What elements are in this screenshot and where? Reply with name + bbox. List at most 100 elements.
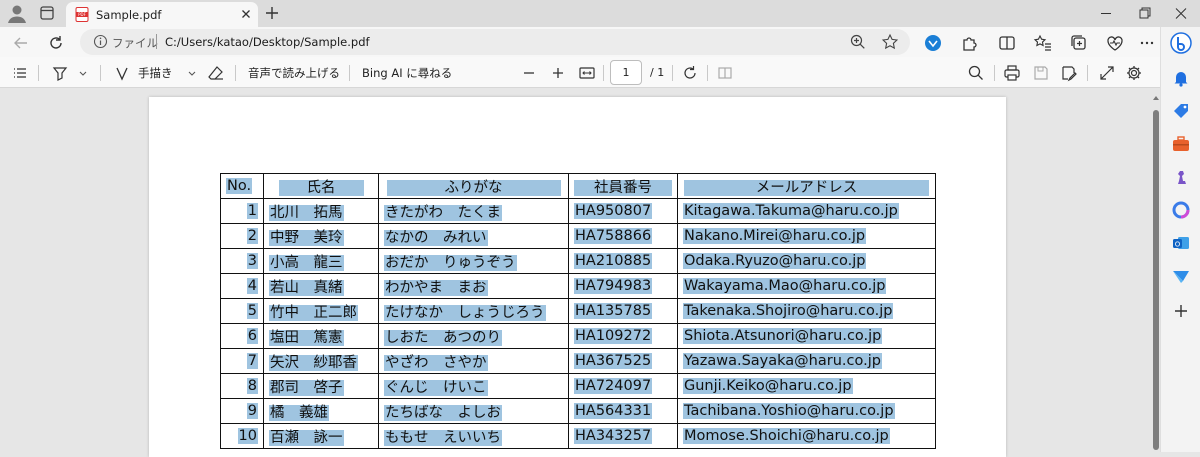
new-tab-icon[interactable]	[262, 3, 282, 23]
cell-no: 10	[220, 423, 264, 449]
refresh-icon[interactable]	[45, 32, 67, 54]
close-window-button[interactable]	[1162, 0, 1200, 27]
cell-no: 9	[220, 398, 264, 424]
chevron-down-icon[interactable]	[182, 63, 202, 83]
cell-kana: ぐんじ けいこ	[378, 373, 569, 399]
toolbar-divider	[707, 65, 708, 81]
browser-essentials-icon[interactable]	[1104, 32, 1126, 54]
print-icon[interactable]	[1002, 63, 1022, 83]
more-options-icon[interactable]	[1136, 32, 1158, 54]
rotate-icon[interactable]	[680, 63, 700, 83]
search-icon[interactable]	[966, 63, 986, 83]
tab-actions-button[interactable]	[32, 0, 62, 27]
notifications-bell-icon[interactable]	[1170, 67, 1192, 89]
profile-icon	[8, 5, 26, 23]
info-icon[interactable]	[93, 34, 108, 49]
favorite-star-icon[interactable]	[880, 32, 900, 52]
zoom-out-icon[interactable]	[519, 63, 539, 83]
games-chess-icon[interactable]	[1170, 166, 1192, 188]
expand-icon[interactable]	[1097, 63, 1117, 83]
header-cell-id: 社員番号	[568, 173, 678, 199]
page-view-icon[interactable]	[715, 63, 735, 83]
table-row: 5 竹中 正二郎 たけなか しょうじろう HA135785 Takenaka.Shoji…	[220, 298, 936, 324]
fit-width-icon[interactable]	[577, 63, 597, 83]
save-as-icon[interactable]	[1059, 63, 1079, 83]
cell-text: なかの みれい	[384, 229, 488, 246]
zoom-in-icon[interactable]	[548, 63, 568, 83]
chevron-down-icon[interactable]	[73, 63, 93, 83]
outlook-icon[interactable]: O	[1170, 232, 1192, 254]
close-tab-icon[interactable]	[238, 6, 254, 22]
extensions-icon[interactable]	[958, 32, 980, 54]
cell-name: 竹中 正二郎	[263, 298, 379, 324]
cell-text: たけなか しょうじろう	[384, 304, 546, 321]
tools-briefcase-icon[interactable]	[1170, 133, 1192, 155]
scrollbar-thumb[interactable]	[1153, 110, 1159, 450]
zoom-icon[interactable]	[848, 32, 868, 52]
split-screen-icon[interactable]	[996, 32, 1018, 54]
cell-email: Tachibana.Yoshio@haru.co.jp	[677, 398, 936, 424]
page-number-input[interactable]: 1	[610, 60, 642, 85]
address-bar[interactable]: ファイル C:/Users/katao/Desktop/Sample.pdf	[80, 29, 910, 55]
cell-email: Wakayama.Mao@haru.co.jp	[677, 273, 936, 299]
url-divider	[156, 34, 157, 49]
toolbar-divider	[349, 65, 350, 81]
cell-text: やざわ さやか	[384, 354, 488, 371]
cell-text: Odaka.Ryuzo@haru.co.jp	[683, 253, 867, 269]
add-sidebar-app-icon[interactable]	[1170, 300, 1192, 322]
toolbar-divider	[672, 65, 673, 81]
header-cell-kana: ふりがな	[378, 173, 569, 199]
toolbar-divider	[100, 65, 101, 81]
table-header-row: No. 氏名 ふりがな 社員番号 メールアドレス	[220, 173, 936, 199]
title-bar: PDF Sample.pdf	[0, 0, 1200, 27]
cell-id: HA343257	[568, 423, 678, 449]
pdf-viewer[interactable]: No. 氏名 ふりがな 社員番号 メールアドレス 1 北川 拓馬 きたがわ たくま H…	[0, 88, 1160, 457]
drop-icon[interactable]	[1170, 265, 1192, 287]
vertical-scrollbar[interactable]	[1152, 88, 1160, 452]
restore-button[interactable]	[1125, 0, 1163, 27]
favorites-icon[interactable]	[1032, 32, 1054, 54]
table-row: 3 小高 龍三 おだか りゅうぞう HA210885 Odaka.Ryuzo@haru.…	[220, 248, 936, 274]
cell-id: HA950807	[568, 198, 678, 224]
cell-text: Tachibana.Yoshio@haru.co.jp	[683, 403, 895, 419]
ask-bing-button[interactable]: Bing AI に尋ねる	[362, 65, 452, 81]
scroll-up-arrow-icon[interactable]	[1152, 94, 1160, 102]
table-row: 2 中野 美玲 なかの みれい HA758866 Nakano.Mirei@haru.c…	[220, 223, 936, 249]
cell-text: HA564331	[574, 403, 653, 419]
draw-icon[interactable]	[112, 63, 132, 83]
table-row: 7 矢沢 紗耶香 やざわ さやか HA367525 Yazawa.Sayaka@haru…	[220, 348, 936, 374]
svg-text:PDF: PDF	[78, 12, 86, 17]
table-row: 6 塩田 篤憲 しおた あつのり HA109272 Shiota.Atsunori@ha…	[220, 323, 936, 349]
cell-id: HA758866	[568, 223, 678, 249]
cell-text: わかやま まお	[384, 279, 488, 296]
copilot-icon[interactable]	[1170, 32, 1192, 54]
url-text[interactable]: C:/Users/katao/Desktop/Sample.pdf	[165, 35, 370, 49]
microsoft-365-icon[interactable]	[1170, 199, 1192, 221]
cell-text: HA950807	[574, 203, 653, 219]
minimize-icon	[1101, 13, 1111, 14]
shopping-tag-icon[interactable]	[1170, 100, 1192, 122]
contents-list-icon[interactable]	[10, 63, 30, 83]
settings-gear-icon[interactable]	[1124, 63, 1144, 83]
cell-text: HA135785	[574, 303, 653, 319]
read-aloud-button[interactable]: 音声で読み上げる	[248, 65, 340, 81]
minimize-button[interactable]	[1087, 0, 1125, 27]
back-arrow-icon[interactable]	[10, 32, 32, 54]
profile-button[interactable]	[2, 0, 32, 27]
tab-sample-pdf[interactable]: PDF Sample.pdf	[66, 2, 258, 27]
draw-button[interactable]: 手描き	[138, 65, 173, 81]
bing-extension-icon[interactable]	[922, 32, 944, 54]
save-icon[interactable]	[1031, 63, 1051, 83]
cell-text: しおた あつのり	[384, 329, 502, 346]
collections-icon[interactable]	[1068, 32, 1090, 54]
cell-id: HA210885	[568, 248, 678, 274]
tab-actions-icon	[40, 6, 54, 20]
cell-text: たちばな よしお	[384, 404, 502, 421]
restore-icon	[1139, 7, 1151, 19]
cell-text: HA343257	[574, 428, 653, 444]
highlight-icon[interactable]	[50, 63, 70, 83]
cell-email: Yazawa.Sayaka@haru.co.jp	[677, 348, 936, 374]
tab-title: Sample.pdf	[96, 8, 162, 22]
toolbar-divider	[1087, 65, 1088, 81]
eraser-icon[interactable]	[206, 63, 226, 83]
